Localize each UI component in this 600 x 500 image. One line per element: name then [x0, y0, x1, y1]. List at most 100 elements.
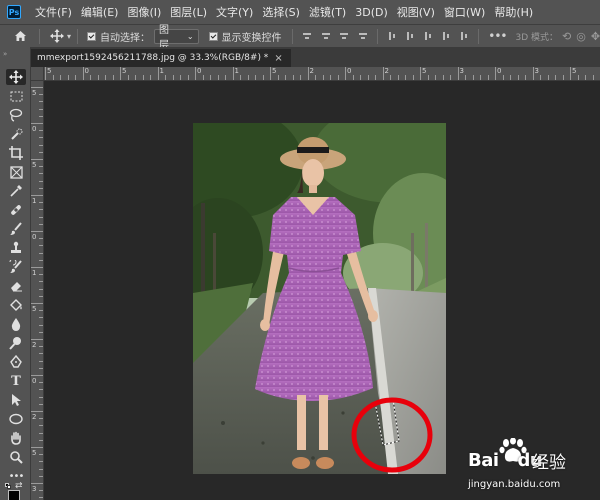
history-brush-tool-icon[interactable]	[8, 259, 24, 275]
menu-view[interactable]: 视图(V)	[397, 4, 435, 20]
ruler-label: 0	[197, 67, 202, 75]
marquee-tool-icon[interactable]	[8, 88, 24, 104]
ruler-label: 5	[422, 67, 427, 75]
ruler-minor-tick	[150, 75, 151, 80]
align-bottom-edges-icon[interactable]	[339, 31, 349, 41]
show-transform-label: 显示变换控件	[221, 32, 282, 44]
ruler-minor-tick	[202, 75, 204, 80]
ruler-minor-tick	[225, 75, 226, 80]
eraser-tool-icon[interactable]	[8, 278, 24, 294]
home-icon[interactable]	[14, 30, 27, 42]
ruler-minor-tick	[240, 75, 241, 80]
zoom-tool-icon[interactable]	[8, 449, 24, 465]
auto-select-dropdown[interactable]: 图层 ⌄	[153, 25, 199, 51]
ruler-minor-tick	[90, 75, 91, 80]
ruler-minor-tick	[135, 75, 136, 80]
ruler-minor-tick	[510, 75, 511, 80]
3d-roll-icon[interactable]: ◎	[576, 30, 586, 43]
crop-tool-icon[interactable]	[8, 145, 24, 161]
path-selection-tool-icon[interactable]	[8, 392, 24, 408]
ruler-tick	[420, 67, 421, 80]
vertical-ruler[interactable]: 505101520253	[31, 81, 44, 500]
type-tool-icon[interactable]: T	[8, 373, 24, 389]
ruler-tick	[31, 267, 43, 268]
separator	[478, 28, 480, 44]
menu-type[interactable]: 文字(Y)	[216, 4, 253, 20]
ruler-minor-tick	[39, 317, 43, 319]
menu-image[interactable]: 图像(I)	[127, 4, 161, 20]
ruler-minor-tick	[480, 75, 481, 80]
ellipse-tool-icon[interactable]	[8, 411, 24, 427]
brush-tool-icon[interactable]	[8, 221, 24, 237]
move-tool-preset-icon[interactable]	[50, 29, 64, 43]
default-colors-icon[interactable]	[5, 483, 11, 489]
ruler-label: 2	[32, 341, 37, 349]
ruler-tick	[532, 67, 534, 80]
distribute-top-icon[interactable]	[387, 31, 397, 41]
photoshop-logo[interactable]: Ps	[7, 5, 21, 19]
ruler-minor-tick	[217, 75, 219, 80]
more-options-icon[interactable]: •••	[488, 29, 507, 43]
ruler-minor-tick	[412, 75, 414, 80]
show-transform-checkbox[interactable]	[208, 31, 218, 41]
3d-pan-icon[interactable]: ✥	[591, 30, 600, 43]
3d-orbit-icon[interactable]: ⟲	[562, 30, 571, 43]
ruler-minor-tick	[60, 75, 61, 80]
ruler-minor-tick	[39, 403, 43, 405]
ruler-label: 5	[32, 89, 37, 97]
ruler-label: 5	[122, 67, 127, 75]
ruler-minor-tick	[39, 187, 43, 189]
ruler-minor-tick	[262, 75, 264, 80]
menu-filter[interactable]: 滤镜(T)	[309, 4, 346, 20]
pen-tool-icon[interactable]	[8, 354, 24, 370]
clone-stamp-tool-icon[interactable]	[8, 240, 24, 256]
align-vertical-centers-icon[interactable]	[321, 31, 331, 41]
ruler-origin[interactable]	[31, 67, 44, 81]
ruler-label: 0	[32, 233, 37, 241]
ruler-tick	[270, 67, 271, 80]
lasso-tool-icon[interactable]	[8, 107, 24, 123]
chevron-down-icon[interactable]: ▾	[67, 32, 71, 41]
auto-select-label: 自动选择：	[99, 32, 150, 44]
menu-layer[interactable]: 图层(L)	[170, 4, 207, 20]
ruler-minor-tick	[585, 75, 586, 80]
paint-bucket-tool-icon[interactable]	[8, 297, 24, 313]
hand-tool-icon[interactable]	[8, 430, 24, 446]
ruler-minor-tick	[39, 202, 43, 204]
distribute-right-icon[interactable]	[459, 31, 469, 41]
ruler-tick	[82, 67, 84, 80]
distribute-center-icon[interactable]	[405, 31, 415, 41]
eyedropper-tool-icon[interactable]	[8, 183, 24, 199]
document-tab[interactable]: mmexport1592456211788.jpg @ 33.3%(RGB/8#…	[31, 49, 291, 67]
separator	[377, 28, 379, 44]
align-top-edges-icon[interactable]	[302, 31, 312, 41]
menu-help[interactable]: 帮助(H)	[494, 4, 533, 20]
panel-grip[interactable]: »	[3, 50, 28, 58]
color-swatches[interactable]: ⇄	[5, 481, 29, 500]
close-icon[interactable]: ×	[274, 53, 282, 64]
dodge-tool-icon[interactable]	[8, 335, 24, 351]
ruler-minor-tick	[180, 75, 181, 80]
menu-3d[interactable]: 3D(D)	[355, 6, 388, 19]
menu-window[interactable]: 窗口(W)	[444, 4, 485, 20]
foreground-color-swatch[interactable]	[8, 490, 20, 500]
ruler-minor-tick	[39, 180, 43, 182]
ruler-tick	[570, 67, 571, 80]
distribute-bottom-icon[interactable]	[423, 31, 433, 41]
menu-select[interactable]: 选择(S)	[262, 4, 300, 20]
menu-edit[interactable]: 编辑(E)	[81, 4, 119, 20]
frame-tool-icon[interactable]	[8, 164, 24, 180]
blur-tool-icon[interactable]	[8, 316, 24, 332]
move-tool-icon[interactable]	[6, 69, 26, 85]
quick-selection-tool-icon[interactable]	[8, 126, 24, 142]
horizontal-ruler[interactable]: 505101520253035	[31, 67, 600, 81]
distribute-left-icon[interactable]	[441, 31, 451, 41]
ruler-minor-tick	[247, 75, 249, 80]
healing-brush-tool-icon[interactable]	[8, 202, 24, 218]
align-left-edges-icon[interactable]	[358, 31, 368, 41]
auto-select-checkbox[interactable]	[87, 31, 96, 41]
ruler-minor-tick	[39, 439, 43, 441]
menu-file[interactable]: 文件(F)	[35, 4, 72, 20]
ruler-tick	[31, 231, 43, 232]
watermark-url: jingyan.baidu.com	[468, 479, 561, 490]
